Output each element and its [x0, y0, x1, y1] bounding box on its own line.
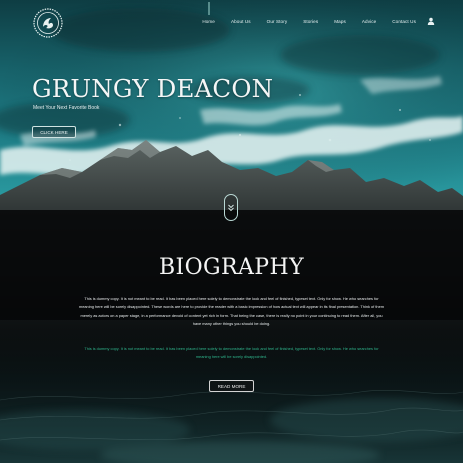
nav-item-label: Our Story: [266, 18, 288, 24]
hero-title: GRUNGY DEACON: [32, 74, 274, 103]
nav-item-label: Contact Us: [392, 18, 416, 24]
scroll-down-button[interactable]: [224, 194, 238, 221]
nav-item-maps[interactable]: Maps: [326, 19, 354, 24]
active-indicator: [208, 1, 210, 15]
biography-paragraph: This is dummy copy. It is not meant to b…: [78, 296, 384, 326]
biography-heading: BIOGRAPHY: [158, 255, 305, 280]
hero-subtitle: Meet Your Next Favorite Book: [33, 105, 100, 111]
double-chevron-down-icon: [228, 204, 234, 211]
click-here-button[interactable]: CLICK HERE: [32, 126, 76, 138]
nav-item-label: Stories: [303, 18, 319, 24]
user-icon[interactable]: [427, 17, 435, 25]
nav-item-stories[interactable]: Stories: [295, 19, 326, 24]
biography-paragraph-highlight: This is dummy copy. It is not meant to b…: [84, 346, 379, 360]
nav-item-our-story[interactable]: Our Story: [259, 19, 296, 24]
main-navigation: Home About Us Our Story Stories Maps Adv…: [194, 1, 435, 25]
hero-background-image: [0, 0, 463, 463]
nav-item-home[interactable]: Home: [194, 1, 223, 24]
nav-item-label: Home: [202, 18, 215, 24]
page: Home About Us Our Story Stories Maps Adv…: [0, 0, 463, 463]
logo-emblem-icon[interactable]: [32, 7, 64, 39]
nav-item-contact-us[interactable]: Contact Us: [384, 19, 424, 24]
nav-item-label: About Us: [230, 18, 251, 24]
nav-item-advice[interactable]: Advice: [354, 19, 384, 24]
nav-item-label: Maps: [334, 18, 346, 24]
nav-item-label: Advice: [361, 18, 377, 24]
read-more-button[interactable]: READ MORE: [209, 380, 254, 392]
nav-item-about-us[interactable]: About Us: [223, 19, 259, 24]
